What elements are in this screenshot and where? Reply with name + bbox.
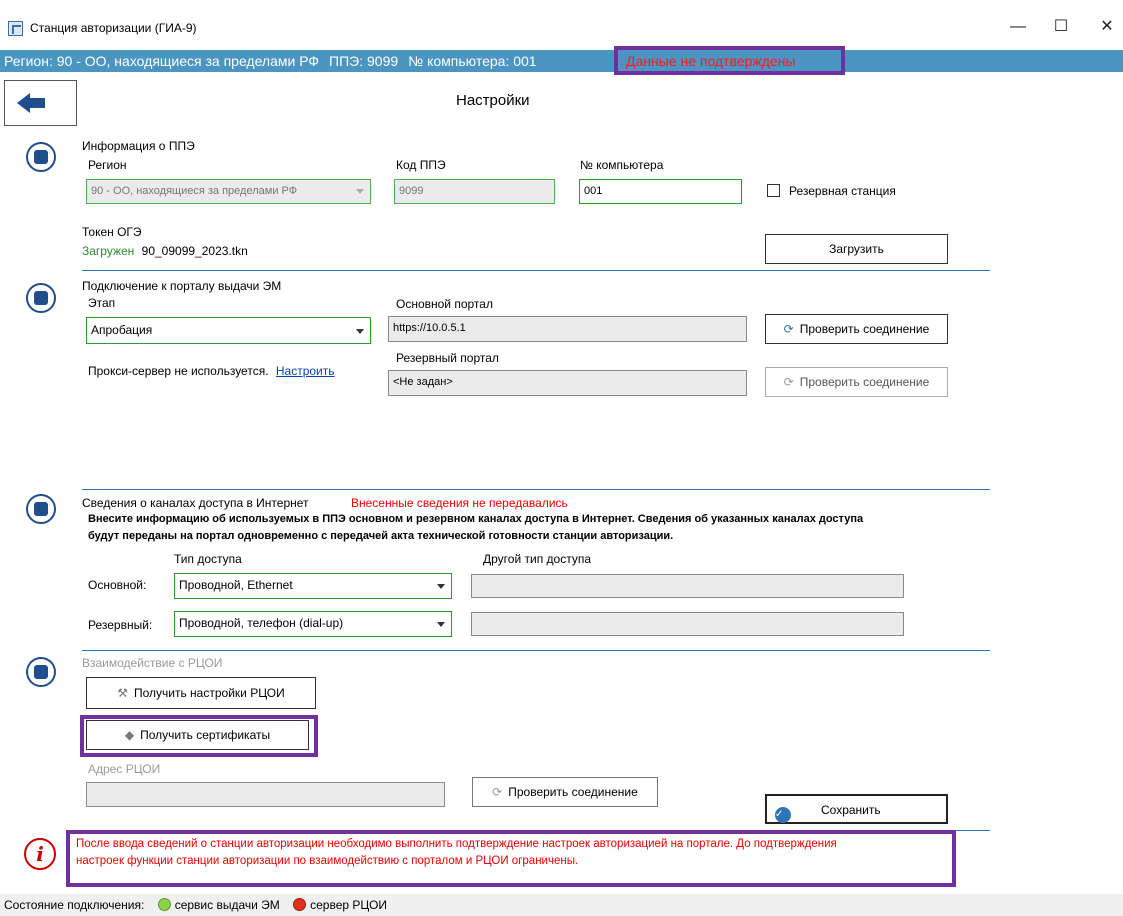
chevron-down-icon xyxy=(356,189,364,194)
proxy-text: Прокси-сервер не используется. xyxy=(88,364,269,378)
reserve-channel-value: Проводной, телефон (dial-up) xyxy=(179,616,344,630)
save-label: Сохранить xyxy=(821,803,881,817)
main-other-type-input[interactable] xyxy=(471,574,904,598)
token-label: Токен ОГЭ xyxy=(82,225,142,239)
em-service-label: сервис выдачи ЭМ xyxy=(174,898,280,912)
region-info: Регион: 90 - ОО, находящиеся за пределам… xyxy=(4,53,320,69)
em-service-status-icon xyxy=(157,898,171,911)
back-button[interactable] xyxy=(4,80,77,126)
home-icon xyxy=(26,142,56,172)
section-divider xyxy=(82,650,990,651)
token-file-name: 90_09099_2023.tkn xyxy=(141,244,248,258)
get-certificates-label: Получить сертификаты xyxy=(140,728,271,742)
tools-icon: ⚒ xyxy=(117,686,128,700)
check-main-portal-button[interactable]: ⟳ Проверить соединение xyxy=(765,314,948,344)
rcoi-server-label: сервер РЦОИ xyxy=(310,898,387,912)
chevron-down-icon xyxy=(437,622,445,627)
region-label: Регион xyxy=(88,158,127,172)
check-rcoi-label: Проверить соединение xyxy=(508,785,638,799)
stage-select[interactable]: Апробация xyxy=(86,317,371,344)
main-portal-label: Основной портал xyxy=(396,297,493,311)
reserve-other-type-input[interactable] xyxy=(471,612,904,636)
portal-globe-icon xyxy=(26,283,56,313)
reserve-station-label: Резервная станция xyxy=(789,184,896,198)
section-divider xyxy=(82,270,990,271)
close-button[interactable]: ✕ xyxy=(1092,16,1122,38)
reserve-station-checkbox[interactable] xyxy=(767,184,780,197)
ppe-info: ППЭ: 9099 xyxy=(329,53,399,69)
reserve-channel-label: Резервный: xyxy=(88,618,153,632)
channels-section-title: Сведения о каналах доступа в Интернет xyxy=(82,496,309,510)
region-value: 90 - ОО, находящиеся за пределами РФ xyxy=(91,185,298,197)
get-certificates-button[interactable]: ◆ Получить сертификаты xyxy=(86,720,309,750)
computer-number-input[interactable]: 001 xyxy=(579,179,742,204)
check-icon: ✓ xyxy=(775,807,791,823)
network-icon xyxy=(26,494,56,524)
rcoi-address-label: Адрес РЦОИ xyxy=(88,762,161,776)
refresh-icon: ⟳ xyxy=(783,375,794,389)
channels-description-2: будут переданы на портал одновременно с … xyxy=(88,530,674,542)
check-main-portal-label: Проверить соединение xyxy=(799,322,930,336)
ppe-code-field: 9099 xyxy=(394,179,555,204)
main-channel-value: Проводной, Ethernet xyxy=(179,578,293,592)
page-title: Настройки xyxy=(456,92,530,109)
section-divider xyxy=(82,489,990,490)
chevron-down-icon xyxy=(437,584,445,589)
access-type-header: Тип доступа xyxy=(174,552,242,566)
notice-line-1: После ввода сведений о станции авторизац… xyxy=(76,838,837,850)
stage-label: Этап xyxy=(88,296,116,310)
channels-warning: Внесенные сведения не передавались xyxy=(351,496,568,510)
info-icon: i xyxy=(24,838,56,870)
main-channel-select[interactable]: Проводной, Ethernet xyxy=(174,573,452,599)
get-rcoi-settings-button[interactable]: ⚒ Получить настройки РЦОИ xyxy=(86,677,316,709)
check-rcoi-button[interactable]: ⟳ Проверить соединение xyxy=(472,777,658,807)
proxy-status: Прокси-сервер не используется. Настроить xyxy=(88,364,335,378)
rcoi-server-status-icon xyxy=(293,898,307,911)
confirmation-status: Данные не подтверждены xyxy=(626,53,796,69)
info-bar: Регион: 90 - ОО, находящиеся за пределам… xyxy=(0,50,1123,72)
computer-icon xyxy=(26,657,56,687)
tag-icon: ◆ xyxy=(124,728,135,742)
minimize-button[interactable]: — xyxy=(1003,16,1033,38)
refresh-icon: ⟳ xyxy=(492,785,503,799)
proxy-settings-link[interactable]: Настроить xyxy=(276,364,335,378)
load-token-button[interactable]: Загрузить xyxy=(765,234,948,264)
region-select[interactable]: 90 - ОО, находящиеся за пределами РФ xyxy=(86,179,371,204)
app-icon xyxy=(8,21,23,36)
ppe-section-title: Информация о ППЭ xyxy=(82,139,195,153)
main-channel-label: Основной: xyxy=(88,578,147,592)
reserve-portal-field: <Не задан> xyxy=(388,370,747,396)
status-bar: Состояние подключения: сервис выдачи ЭМ … xyxy=(0,894,1123,916)
connection-status-label: Состояние подключения: xyxy=(4,898,145,912)
reserve-channel-select[interactable]: Проводной, телефон (dial-up) xyxy=(174,611,452,637)
window-title: Станция авторизации (ГИА-9) xyxy=(30,21,197,35)
rcoi-section-title: Взаимодействие с РЦОИ xyxy=(82,656,223,670)
token-loaded-status: Загружен xyxy=(82,244,135,258)
get-rcoi-settings-label: Получить настройки РЦОИ xyxy=(133,686,285,700)
channels-description-1: Внесите информацию об используемых в ППЭ… xyxy=(88,513,864,525)
check-reserve-portal-button[interactable]: ⟳ Проверить соединение xyxy=(765,367,948,397)
other-access-header: Другой тип доступа xyxy=(483,552,591,566)
rcoi-address-input[interactable] xyxy=(86,782,445,807)
reserve-portal-label: Резервный портал xyxy=(396,351,499,365)
main-portal-field: https://10.0.5.1 xyxy=(388,316,747,342)
computer-info: № компьютера: 001 xyxy=(408,53,537,69)
maximize-button[interactable]: ☐ xyxy=(1046,16,1076,38)
ppe-code-label: Код ППЭ xyxy=(396,158,446,172)
refresh-icon: ⟳ xyxy=(783,322,794,336)
portal-section-title: Подключение к порталу выдачи ЭМ xyxy=(82,279,282,293)
notice-line-2: настроек функции станции авторизации по … xyxy=(76,855,579,867)
check-reserve-portal-label: Проверить соединение xyxy=(799,375,930,389)
chevron-down-icon xyxy=(356,329,364,334)
stage-value: Апробация xyxy=(91,323,153,337)
save-button[interactable]: ✓ Сохранить xyxy=(765,794,948,824)
computer-label: № компьютера xyxy=(580,158,664,172)
token-status: Загружен 90_09099_2023.tkn xyxy=(82,244,248,258)
